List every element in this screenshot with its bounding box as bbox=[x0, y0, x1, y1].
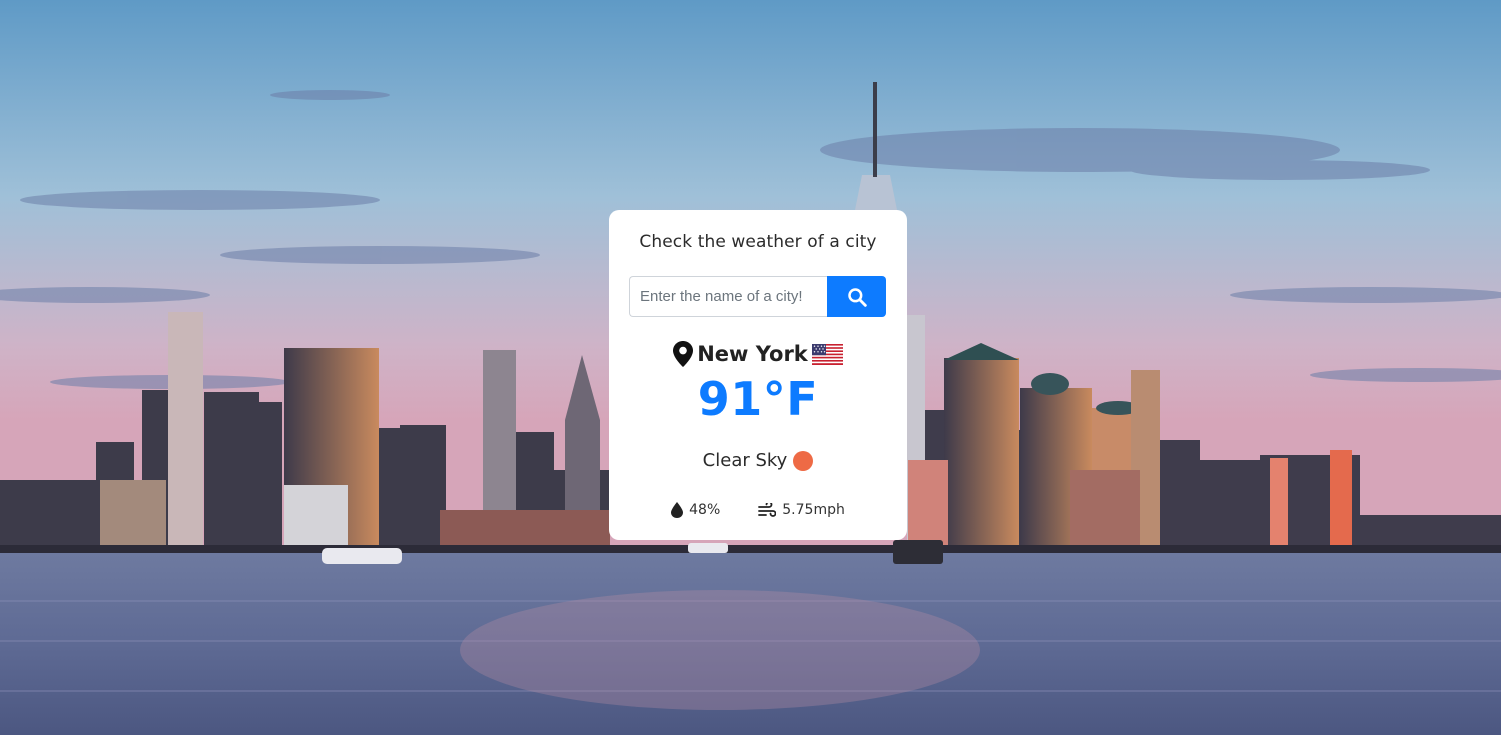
city-search-input[interactable] bbox=[629, 276, 827, 317]
wind-icon bbox=[758, 502, 777, 517]
app-root: Check the weather of a city New York bbox=[0, 0, 1501, 735]
wind-value: 5.75mph bbox=[782, 502, 845, 518]
us-flag-icon bbox=[811, 343, 843, 365]
condition-text: Clear Sky bbox=[702, 450, 788, 471]
droplet-icon bbox=[671, 502, 684, 518]
weather-stats: 48% 5.75mph bbox=[609, 502, 907, 518]
search-button[interactable] bbox=[827, 276, 886, 317]
search-icon bbox=[847, 287, 867, 307]
weather-condition: Clear Sky bbox=[609, 450, 907, 471]
humidity-value: 48% bbox=[689, 502, 721, 518]
weather-card: Check the weather of a city New York bbox=[609, 210, 907, 540]
city-name: New York bbox=[697, 342, 808, 366]
city-search bbox=[629, 276, 886, 317]
card-title: Check the weather of a city bbox=[639, 232, 877, 252]
wind-stat: 5.75mph bbox=[758, 502, 845, 518]
location: New York bbox=[609, 341, 907, 367]
map-pin-icon bbox=[673, 341, 694, 367]
humidity-stat: 48% bbox=[671, 502, 720, 518]
temperature: 91°F bbox=[697, 372, 819, 426]
sun-icon bbox=[793, 450, 814, 471]
